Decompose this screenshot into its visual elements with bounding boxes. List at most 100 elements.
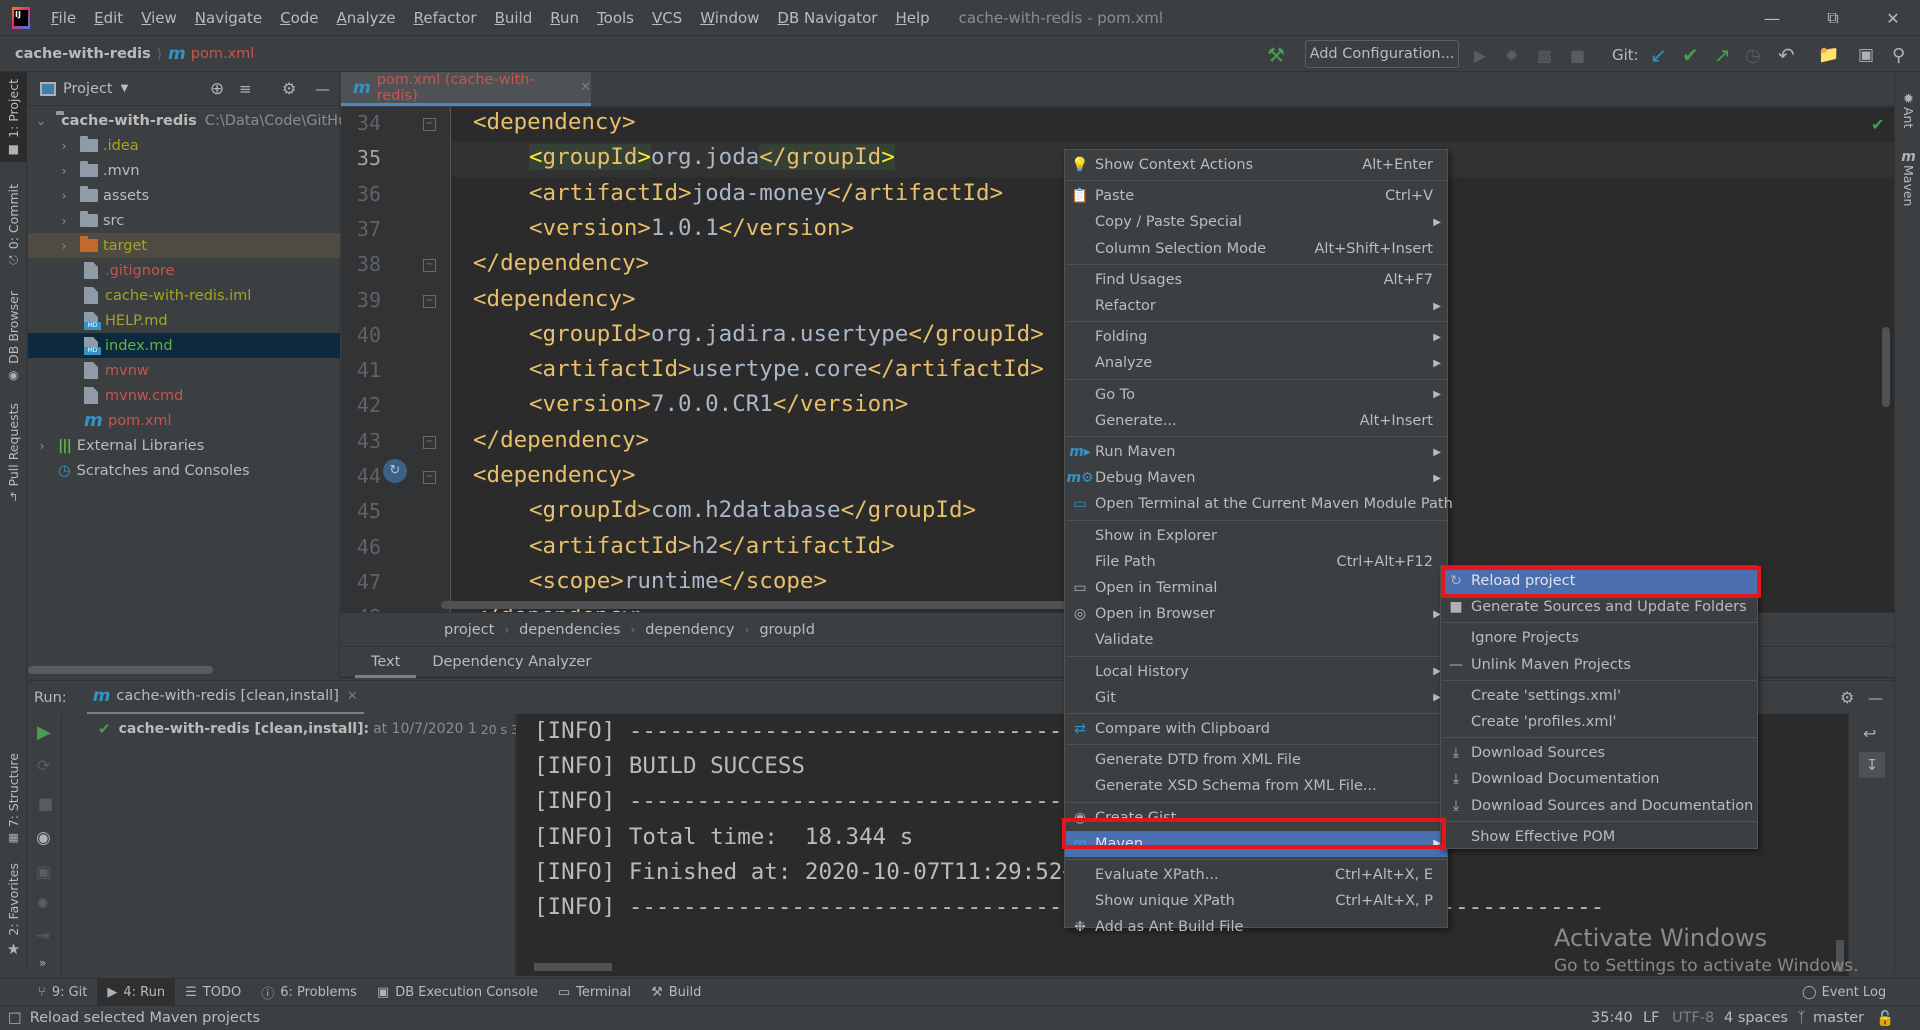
menu-item-paste[interactable]: 📋 Paste Ctrl+V — [1065, 183, 1447, 209]
tree-item-assets[interactable]: › assets — [28, 183, 340, 208]
menu-item-download-sources-and-documentation[interactable]: ⤓ Download Sources and Documentation — [1441, 793, 1757, 819]
tool-tab-ant[interactable]: ✹ Ant — [1895, 78, 1920, 128]
fold-marker-icon[interactable]: − — [423, 294, 436, 308]
tree-item-src[interactable]: › src — [28, 208, 340, 233]
hide-panel-icon[interactable]: — — [1868, 689, 1883, 707]
debug-settings-icon[interactable]: ✹ — [36, 894, 49, 913]
horizontal-scrollbar[interactable] — [28, 666, 213, 674]
menu-vcs[interactable]: VCS — [643, 9, 691, 27]
editor-tab-pom[interactable]: m pom.xml (cache-with-redis) ✕ — [341, 72, 591, 106]
close-tab-icon[interactable]: ✕ — [347, 689, 358, 704]
chevron-right-icon[interactable]: › — [58, 239, 70, 253]
fold-marker-icon[interactable]: − — [423, 259, 436, 273]
tool-tab-todo[interactable]: ☰ TODO — [175, 979, 251, 1006]
menu-item-compare-with-clipboard[interactable]: ⇄ Compare with Clipboard — [1065, 716, 1447, 742]
menu-item-generate[interactable]: Generate... Alt+Insert — [1065, 408, 1447, 434]
rerun-failed-icon[interactable]: ⟳ — [37, 756, 50, 775]
caret-position[interactable]: 35:40 — [1591, 1010, 1633, 1026]
camera-icon[interactable]: ▣ — [36, 862, 51, 881]
breadcrumb-dependency[interactable]: dependency — [645, 622, 734, 638]
menu-item-refactor[interactable]: Refactor ▶ — [1065, 293, 1447, 319]
add-configuration-button[interactable]: Add Configuration... — [1305, 40, 1459, 68]
scroll-to-end-icon[interactable]: ↧ — [1859, 752, 1885, 778]
run-tab[interactable]: m cache-with-redis [clean,install] ✕ — [86, 681, 364, 715]
line-separator[interactable]: LF — [1643, 1010, 1659, 1026]
menu-item-column-selection-mode[interactable]: Column Selection Mode Alt+Shift+Insert — [1065, 236, 1447, 262]
menu-item-folding[interactable]: Folding ▶ — [1065, 324, 1447, 350]
git-push-icon[interactable]: ↗ — [1714, 43, 1731, 67]
menu-item-local-history[interactable]: Local History ▶ — [1065, 659, 1447, 685]
tool-tab-git[interactable]: ⑂ 9: Git — [28, 979, 97, 1006]
menu-item-ignore-projects[interactable]: Ignore Projects — [1441, 625, 1757, 651]
chevron-right-icon[interactable]: › — [58, 214, 70, 228]
menu-item-add-as-ant-build-file[interactable]: ❉ Add as Ant Build File — [1065, 914, 1447, 940]
tab-text[interactable]: Text — [355, 646, 417, 678]
restore-button[interactable]: ⧉ — [1810, 0, 1856, 36]
run-anything-icon[interactable]: ▣ — [1858, 43, 1874, 67]
stop-icon[interactable]: ■ — [1570, 43, 1585, 67]
menu-item-maven[interactable]: m Maven ▶ — [1065, 830, 1447, 857]
tab-dependency-analyzer[interactable]: Dependency Analyzer — [416, 646, 607, 678]
vertical-scrollbar[interactable] — [1882, 327, 1890, 407]
indent-setting[interactable]: 4 spaces — [1724, 1010, 1788, 1026]
fold-marker-icon[interactable]: − — [423, 471, 436, 484]
menu-item-open-terminal-at-the-current-maven-module-path[interactable]: ▭ Open Terminal at the Current Maven Modu… — [1065, 491, 1452, 517]
event-log-button[interactable]: ◯ Event Log — [1802, 985, 1886, 1000]
tool-tab-pull-requests[interactable]: Pull Requests ↰ — [0, 402, 27, 508]
fold-marker-icon[interactable]: − — [423, 435, 436, 449]
tree-item-scratches[interactable]: ◷ Scratches and Consoles — [28, 458, 340, 483]
menu-item-show-in-explorer[interactable]: Show in Explorer — [1065, 523, 1447, 549]
locate-file-icon[interactable]: ⊕ — [210, 79, 224, 99]
menu-tools[interactable]: Tools — [588, 9, 643, 27]
menu-item-create-profiles-xml[interactable]: Create 'profiles.xml' — [1441, 709, 1757, 735]
more-icon[interactable]: » — [39, 956, 46, 970]
menu-view[interactable]: View — [132, 9, 186, 27]
nav-crumb-file[interactable]: pom.xml — [191, 46, 255, 62]
run-icon[interactable]: ▶ — [1474, 43, 1486, 67]
tree-item-target[interactable]: › target — [28, 233, 340, 258]
minimize-button[interactable]: — — [1749, 0, 1795, 36]
menu-code[interactable]: Code — [271, 9, 327, 27]
tool-tab-db-execution-console[interactable]: ▣ DB Execution Console — [367, 979, 548, 1006]
tool-tab-project[interactable]: 1: Project ■ — [0, 72, 27, 162]
debug-bug-icon[interactable]: ✹ — [1505, 43, 1518, 67]
tree-item-external-libraries[interactable]: › ||| External Libraries — [28, 433, 340, 458]
menu-file[interactable]: File — [42, 9, 85, 27]
menu-item-unlink-maven-projects[interactable]: — Unlink Maven Projects — [1441, 652, 1757, 678]
menu-item-generate-sources-and-update-folders[interactable]: ■ Generate Sources and Update Folders — [1441, 594, 1757, 620]
menu-item-show-unique-xpath[interactable]: Show unique XPath Ctrl+Alt+X, P — [1065, 888, 1447, 914]
menu-window[interactable]: Window — [691, 9, 768, 27]
menu-item-reload-project[interactable]: ↻ Reload project — [1441, 568, 1757, 594]
tool-tab-db-browser[interactable]: DB Browser ◉ — [0, 286, 27, 386]
menu-item-file-path[interactable]: File Path Ctrl+Alt+F12 — [1065, 549, 1447, 575]
menu-db-navigator[interactable]: DB Navigator — [768, 9, 886, 27]
menu-item-show-context-actions[interactable]: 💡 Show Context Actions Alt+Enter — [1065, 152, 1447, 178]
coverage-icon[interactable]: ▩ — [1537, 43, 1552, 67]
tree-item-gitignore[interactable]: .gitignore — [28, 258, 340, 283]
menu-analyze[interactable]: Analyze — [328, 9, 405, 27]
rerun-icon[interactable]: ▶ — [37, 722, 51, 743]
console-hscrollbar[interactable] — [534, 963, 612, 971]
tool-tab-favorites[interactable]: 2: Favorites ★ — [0, 863, 27, 962]
inspection-ok-icon[interactable]: ✔ — [1871, 115, 1884, 134]
menu-item-validate[interactable]: Validate — [1065, 627, 1447, 653]
gear-icon[interactable]: ⚙ — [1840, 688, 1854, 707]
git-branch[interactable]: master — [1813, 1010, 1864, 1026]
git-update-icon[interactable]: ↙ — [1650, 43, 1667, 67]
menu-item-find-usages[interactable]: Find Usages Alt+F7 — [1065, 267, 1447, 293]
project-structure-icon[interactable]: 📁 — [1818, 43, 1839, 67]
toggle-tool-windows-icon[interactable]: □ — [8, 1010, 22, 1026]
menu-item-run-maven[interactable]: m▸ Run Maven ▶ — [1065, 439, 1447, 465]
file-encoding[interactable]: UTF-8 — [1672, 1010, 1714, 1026]
menu-item-git[interactable]: Git ▶ — [1065, 685, 1447, 711]
menu-item-open-in-browser[interactable]: ◎ Open in Browser ▶ — [1065, 601, 1447, 627]
menu-item-evaluate-xpath[interactable]: Evaluate XPath... Ctrl+Alt+X, E — [1065, 862, 1447, 888]
menu-item-show-effective-pom[interactable]: Show Effective POM — [1441, 824, 1757, 850]
collapse-all-icon[interactable]: ≡ — [239, 80, 252, 98]
hide-panel-icon[interactable]: — — [315, 80, 330, 98]
tree-item-mvnwcmd[interactable]: mvnw.cmd — [28, 383, 340, 408]
tree-item-mvnw[interactable]: mvnw — [28, 358, 340, 383]
chevron-right-icon[interactable]: › — [36, 439, 48, 453]
menu-help[interactable]: Help — [886, 9, 938, 27]
fold-marker-icon[interactable]: − — [423, 118, 436, 131]
